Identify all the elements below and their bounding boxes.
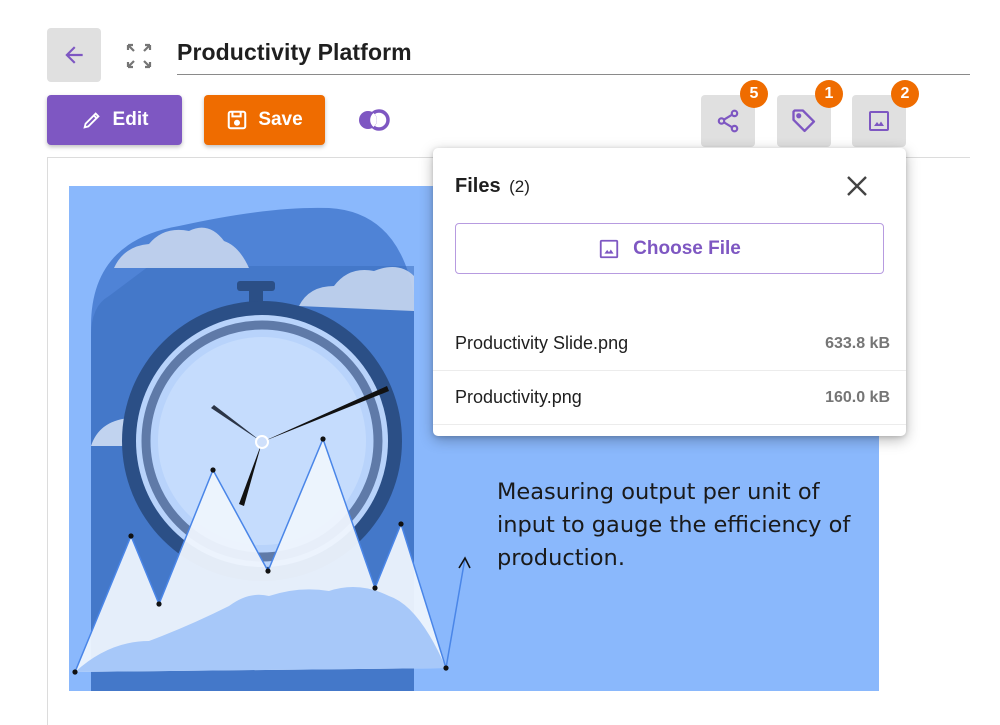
file-size: 633.8 kB [825, 334, 890, 352]
edit-label: Edit [112, 109, 149, 130]
close-button[interactable] [841, 170, 873, 202]
share-icon [717, 109, 739, 133]
file-name: Productivity Slide.png [455, 333, 629, 353]
close-icon [847, 176, 867, 196]
file-size: 160.0 kB [825, 388, 890, 406]
file-count: (2) [509, 177, 530, 196]
edit-button[interactable]: Edit [47, 95, 182, 145]
title-field[interactable]: Productivity Platform [177, 30, 970, 75]
share-count-badge: 5 [740, 80, 768, 108]
fullscreen-icon[interactable] [125, 42, 153, 70]
pencil-icon [82, 112, 100, 129]
choose-file-button[interactable]: Choose File [455, 223, 884, 274]
choose-file-label: Choose File [633, 237, 741, 259]
tag-count-badge: 1 [815, 80, 843, 108]
popup-title: Files (2) [455, 175, 530, 198]
arrow-left-icon [65, 46, 83, 64]
file-list-item[interactable]: Productivity.png 160.0 kB [433, 371, 906, 425]
back-button[interactable] [47, 28, 101, 82]
tag-icon [792, 109, 816, 133]
page-title[interactable]: Productivity Platform [177, 30, 970, 74]
image-count-badge: 2 [891, 80, 919, 108]
files-popup: Files (2) Choose File Productivity Slide… [433, 148, 906, 436]
image-icon [599, 239, 619, 258]
floppy-disk-icon [228, 110, 247, 130]
slide-caption: Measuring output per unit of input to ga… [497, 479, 851, 571]
file-list-item[interactable]: Productivity Slide.png 633.8 kB [433, 317, 906, 371]
image-icon [869, 111, 889, 131]
save-button[interactable]: Save [204, 95, 325, 145]
save-label: Save [258, 109, 303, 130]
compare-circles-icon[interactable] [357, 109, 391, 131]
file-name: Productivity.png [455, 387, 582, 407]
popup-title-text: Files [455, 175, 501, 197]
